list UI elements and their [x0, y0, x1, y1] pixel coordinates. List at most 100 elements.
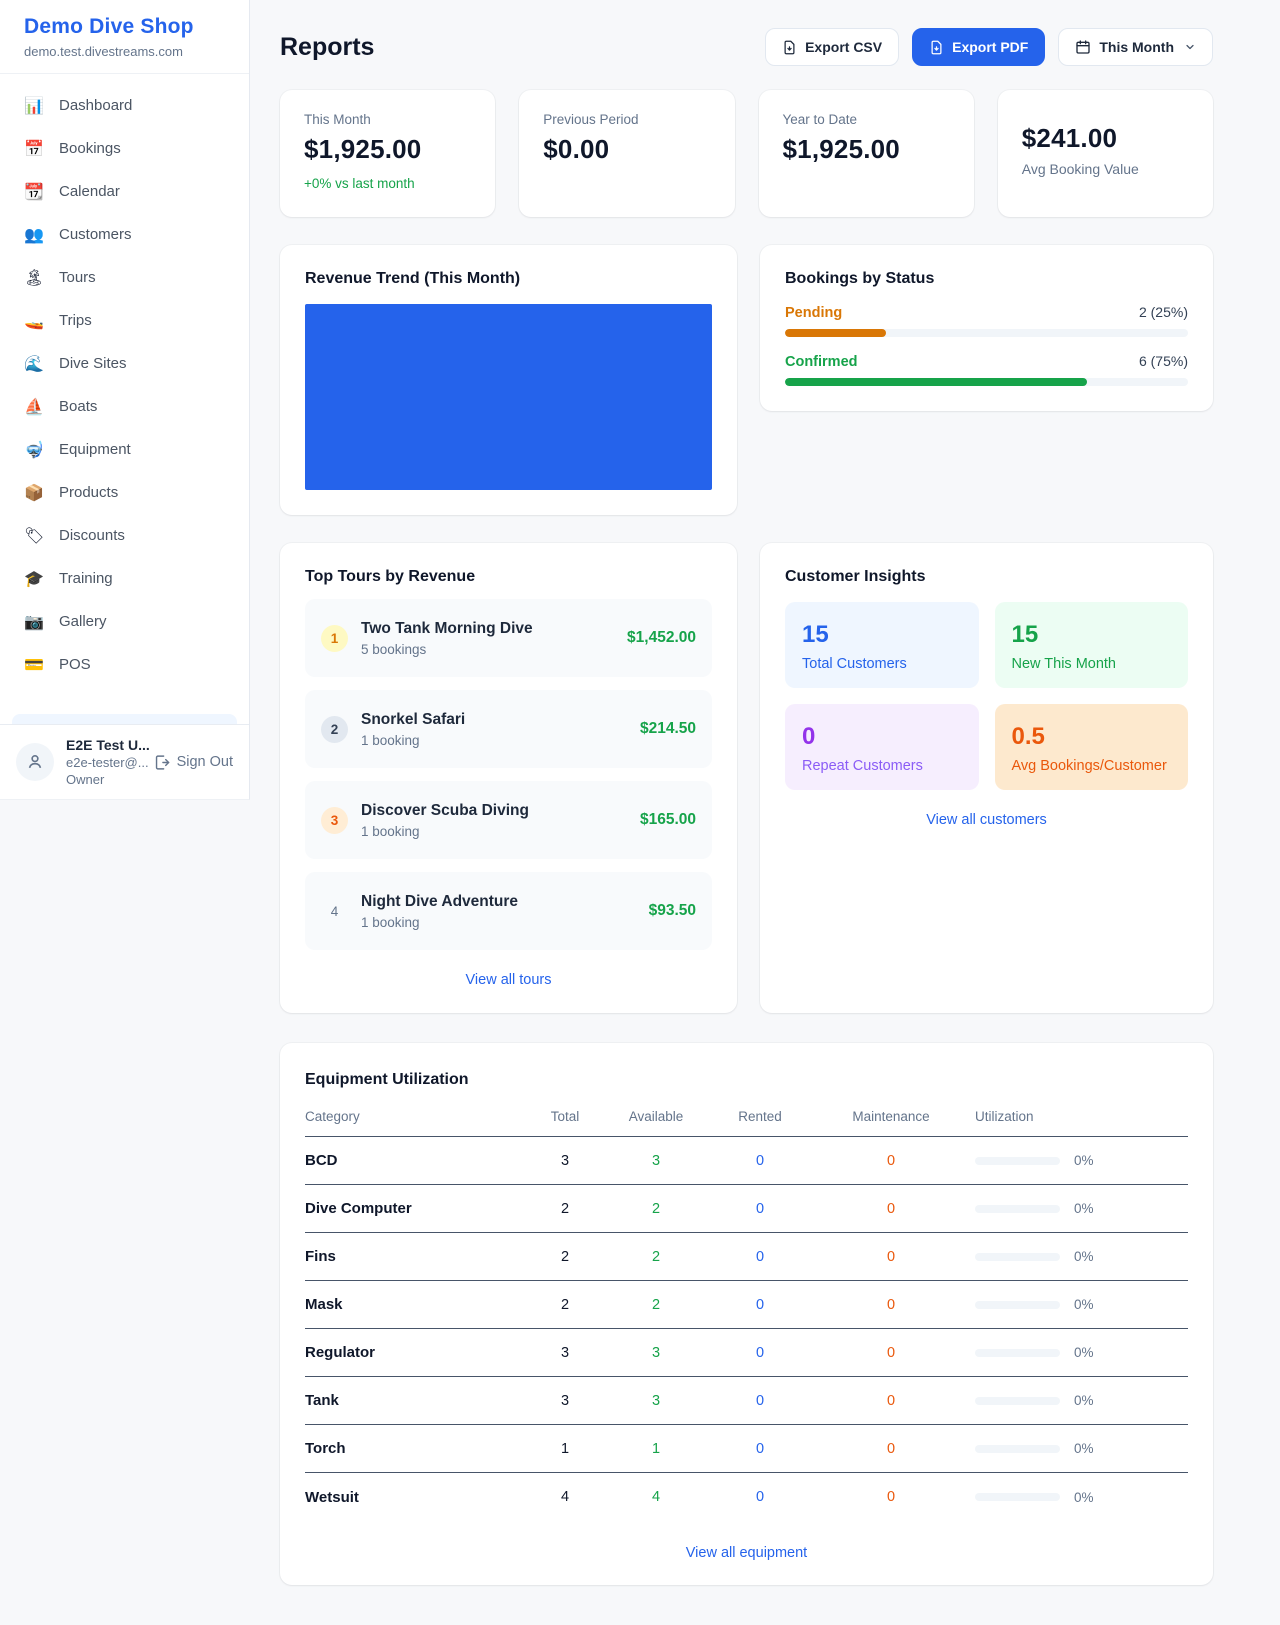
cell-utilization: 0%: [959, 1490, 1188, 1505]
export-csv-label: Export CSV: [805, 39, 882, 55]
utilization-bar: [975, 1301, 1060, 1309]
insight-tile: 15 New This Month: [995, 602, 1189, 688]
sidebar-item-products[interactable]: 📦 Products: [0, 471, 249, 514]
sidebar-item-label: POS: [59, 656, 91, 673]
col-category: Category: [305, 1109, 515, 1124]
cell-available: 3: [615, 1393, 697, 1409]
sidebar-item-trips[interactable]: 🚤 Trips: [0, 299, 249, 342]
sidebar-item-equipment[interactable]: 🤿 Equipment: [0, 428, 249, 471]
cell-rented: 0: [697, 1153, 823, 1169]
insight-value: 0.5: [1012, 723, 1172, 751]
bar-chart-icon: 📊: [24, 96, 44, 115]
utilization-bar: [975, 1493, 1060, 1501]
insight-tile: 0 Repeat Customers: [785, 704, 979, 790]
status-row: Pending 2 (25%): [785, 304, 1188, 337]
insight-value: 0: [802, 723, 962, 751]
view-all-equipment-link[interactable]: View all equipment: [305, 1545, 1188, 1561]
utilization-percent: 0%: [1074, 1297, 1094, 1312]
top-tours-card: Top Tours by Revenue 1 Two Tank Morning …: [280, 543, 737, 1013]
tour-row[interactable]: 1 Two Tank Morning Dive 5 bookings $1,45…: [305, 599, 712, 677]
insight-tile: 15 Total Customers: [785, 602, 979, 688]
tour-row[interactable]: 2 Snorkel Safari 1 booking $214.50: [305, 690, 712, 768]
customer-insights-title: Customer Insights: [785, 568, 1188, 586]
user-email: e2e-tester@...: [66, 755, 141, 770]
sidebar-item-customers[interactable]: 👥 Customers: [0, 213, 249, 256]
view-all-customers-link[interactable]: View all customers: [785, 812, 1188, 828]
calendar-17-icon: 📅: [24, 139, 44, 158]
rank-badge: 1: [321, 625, 348, 652]
cell-rented: 0: [697, 1489, 823, 1505]
package-icon: 📦: [24, 483, 44, 502]
status-bar-fill: [785, 329, 886, 337]
tear-calendar-icon: 📆: [24, 182, 44, 201]
graduation-cap-icon: 🎓: [24, 569, 44, 588]
page-header: Reports Export CSV Export PDF This Month: [280, 28, 1213, 66]
stat-label: This Month: [304, 112, 471, 127]
person-icon: [25, 752, 45, 772]
sidebar-item-pos[interactable]: 💳 POS: [0, 643, 249, 686]
rank-badge: 3: [321, 807, 348, 834]
sidebar-item-calendar[interactable]: 📆 Calendar: [0, 170, 249, 213]
revenue-trend-title: Revenue Trend (This Month): [305, 270, 712, 288]
cell-available: 2: [615, 1201, 697, 1217]
tour-row[interactable]: 3 Discover Scuba Diving 1 booking $165.0…: [305, 781, 712, 859]
col-available: Available: [615, 1109, 697, 1124]
cell-maintenance: 0: [823, 1489, 959, 1505]
sidebar-item-training[interactable]: 🎓 Training: [0, 557, 249, 600]
cell-utilization: 0%: [959, 1393, 1188, 1408]
stat-label: Previous Period: [543, 112, 710, 127]
utilization-bar: [975, 1349, 1060, 1357]
period-dropdown[interactable]: This Month: [1058, 28, 1213, 66]
revenue-trend-bar: [305, 304, 712, 490]
status-value: 6 (75%): [1139, 353, 1188, 369]
utilization-percent: 0%: [1074, 1490, 1094, 1505]
utilization-percent: 0%: [1074, 1201, 1094, 1216]
cell-available: 3: [615, 1345, 697, 1361]
rank-badge: 4: [321, 898, 348, 925]
rank-badge: 2: [321, 716, 348, 743]
people-icon: 👥: [24, 225, 44, 244]
status-value: 2 (25%): [1139, 304, 1188, 320]
credit-card-icon: 💳: [24, 655, 44, 674]
sign-out-button[interactable]: Sign Out: [153, 754, 233, 771]
sidebar-item-label: Dashboard: [59, 97, 132, 114]
sidebar-item-reports-partial[interactable]: [12, 714, 237, 724]
sidebar-item-label: Tours: [59, 269, 96, 286]
sidebar-item-discounts[interactable]: 🏷 Discounts: [0, 514, 249, 557]
tour-name: Snorkel Safari: [361, 711, 465, 729]
cell-total: 3: [515, 1393, 615, 1409]
status-label: Pending: [785, 305, 842, 321]
cell-maintenance: 0: [823, 1201, 959, 1217]
sidebar-item-bookings[interactable]: 📅 Bookings: [0, 127, 249, 170]
cell-total: 4: [515, 1489, 615, 1505]
sidebar-item-boats[interactable]: ⛵ Boats: [0, 385, 249, 428]
tour-rows: 1 Two Tank Morning Dive 5 bookings $1,45…: [305, 599, 712, 950]
sidebar-item-gallery[interactable]: 📷 Gallery: [0, 600, 249, 643]
insight-tile: 0.5 Avg Bookings/Customer: [995, 704, 1189, 790]
export-pdf-button[interactable]: Export PDF: [912, 28, 1045, 66]
tour-name: Discover Scuba Diving: [361, 802, 529, 820]
table-row: Dive Computer 2 2 0 0 0%: [305, 1185, 1188, 1233]
cell-total: 2: [515, 1297, 615, 1313]
sidebar-item-dashboard[interactable]: 📊 Dashboard: [0, 84, 249, 127]
table-row: Tank 3 3 0 0 0%: [305, 1377, 1188, 1425]
cell-maintenance: 0: [823, 1441, 959, 1457]
cell-available: 2: [615, 1249, 697, 1265]
cell-utilization: 0%: [959, 1153, 1188, 1168]
cell-maintenance: 0: [823, 1297, 959, 1313]
cell-available: 1: [615, 1441, 697, 1457]
cell-category: Regulator: [305, 1344, 515, 1361]
export-csv-button[interactable]: Export CSV: [765, 28, 899, 66]
cell-utilization: 0%: [959, 1297, 1188, 1312]
camera-icon: 📷: [24, 612, 44, 631]
sidebar-item-label: Training: [59, 570, 113, 587]
utilization-bar: [975, 1157, 1060, 1165]
cell-maintenance: 0: [823, 1345, 959, 1361]
tour-row[interactable]: 4 Night Dive Adventure 1 booking $93.50: [305, 872, 712, 950]
dive-mask-icon: 🤿: [24, 440, 44, 459]
insight-label: Avg Bookings/Customer: [1012, 758, 1172, 774]
sailboat-icon: ⛵: [24, 397, 44, 416]
sidebar-item-dive-sites[interactable]: 🌊 Dive Sites: [0, 342, 249, 385]
sidebar-item-tours[interactable]: 🏝 Tours: [0, 256, 249, 299]
view-all-tours-link[interactable]: View all tours: [305, 972, 712, 988]
